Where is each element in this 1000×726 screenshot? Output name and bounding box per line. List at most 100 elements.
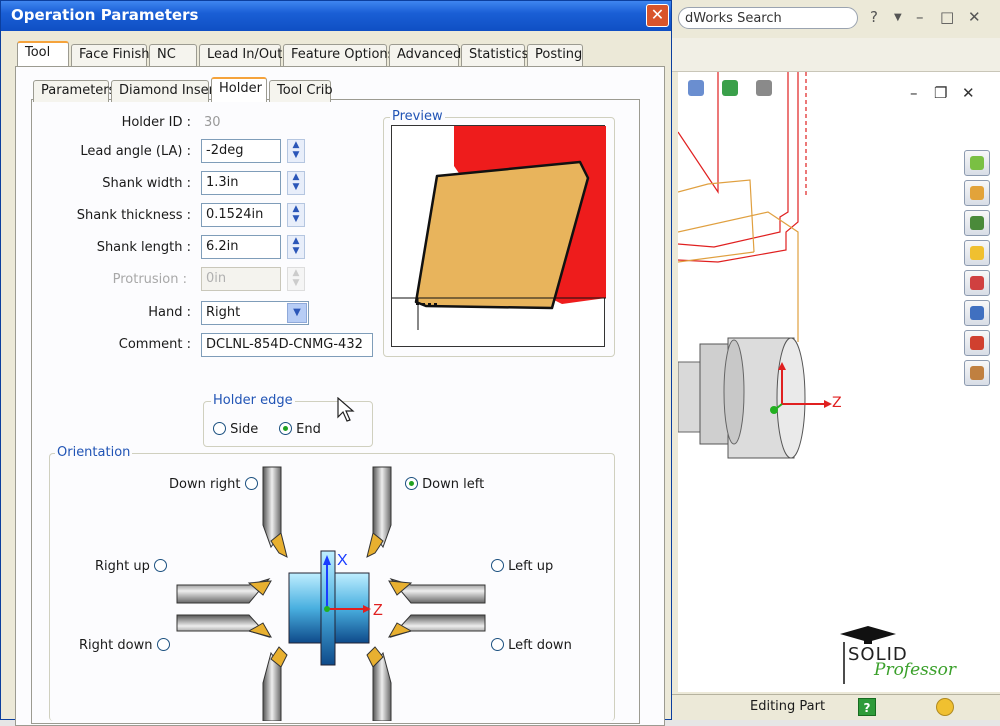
preview-canvas — [391, 125, 606, 347]
left-up-radio[interactable] — [491, 559, 504, 572]
main-tabs: Tool Face Finish NC Lead In/Out Feature … — [17, 41, 585, 66]
rebuild-icon[interactable] — [936, 698, 954, 716]
dialog-close-button[interactable]: ✕ — [646, 4, 669, 27]
shank-thickness-spinner[interactable]: ▲ ▼ — [287, 203, 305, 227]
view-settings-icon[interactable] — [755, 80, 772, 96]
model-view — [677, 72, 832, 459]
chevron-down-icon[interactable]: ▼ — [287, 303, 307, 323]
left-down-option[interactable]: Left down — [491, 638, 572, 653]
cylinder-part — [677, 337, 806, 459]
tab-advanced[interactable]: Advanced — [389, 44, 461, 66]
close-icon[interactable]: ✕ — [968, 8, 981, 26]
hand-dropdown[interactable]: Right ▼ — [201, 301, 309, 325]
graphics-viewport[interactable] — [677, 72, 1000, 692]
search-text: dWorks Search — [685, 11, 782, 26]
shank-width-label: Shank width : — [102, 176, 191, 191]
right-down-radio[interactable] — [156, 638, 170, 651]
shank-width-spinner[interactable]: ▲ ▼ — [287, 171, 305, 195]
right-up-radio[interactable] — [154, 559, 167, 572]
tab-statistics[interactable]: Statistics — [461, 44, 528, 66]
lead-angle-spinner[interactable]: ▲ ▼ — [287, 139, 305, 163]
holder-edge-side-option[interactable]: Side — [213, 422, 258, 437]
right-down-option[interactable]: Right down — [79, 638, 170, 653]
custom-properties-icon[interactable] — [964, 360, 990, 386]
tab-feature-options[interactable]: Feature Options — [283, 44, 394, 66]
help-dropdown-icon[interactable]: ▼ — [894, 12, 902, 23]
comment-label: Comment : — [118, 337, 191, 352]
shank-thickness-label: Shank thickness : — [76, 208, 191, 223]
holder-edge-title: Holder edge — [211, 393, 295, 408]
appearances-icon[interactable] — [964, 330, 990, 356]
display-style-icon[interactable] — [721, 80, 738, 96]
view-orientation-icon[interactable] — [688, 80, 704, 96]
cad-toolbar-area — [672, 38, 1000, 72]
status-help-icon[interactable]: ? — [858, 698, 876, 716]
tool-bottom-left-graphic — [262, 646, 288, 721]
tab-tool[interactable]: Tool — [17, 41, 69, 66]
tab-holder[interactable]: Holder — [211, 77, 267, 102]
holder-edge-end-option[interactable]: End — [279, 422, 321, 437]
viewport-close-icon[interactable]: ✕ — [962, 84, 975, 102]
task-pane — [964, 150, 992, 390]
orientation-diagram: X Z — [176, 466, 486, 721]
workpiece-graphic — [288, 550, 371, 666]
tab-lead-in-out[interactable]: Lead In/Out — [199, 44, 282, 66]
holder-id-label: Holder ID : — [121, 115, 191, 130]
tab-nc[interactable]: NC — [149, 44, 197, 66]
tool-bottom-right-graphic — [366, 646, 392, 721]
tab-parameters[interactable]: Parameters — [33, 80, 115, 102]
help-icon[interactable]: ? — [870, 8, 878, 26]
tab-posting[interactable]: Posting — [527, 44, 583, 66]
shank-width-field[interactable]: 1.3in — [201, 171, 281, 195]
shank-length-spinner[interactable]: ▲ ▼ — [287, 235, 305, 259]
tool-down-right-graphic — [262, 466, 288, 558]
orientation-title: Orientation — [55, 445, 133, 460]
left-down-radio[interactable] — [491, 638, 504, 651]
tool-right-up-graphic — [176, 578, 272, 604]
mouse-cursor-icon — [337, 397, 355, 422]
end-radio[interactable] — [279, 422, 292, 435]
minimize-icon[interactable]: – — [916, 8, 924, 26]
comment-field[interactable]: DCLNL-854D-CNMG-432 — [201, 333, 373, 357]
tab-diamond-insert[interactable]: Diamond Insert — [111, 80, 219, 102]
tool-down-left-graphic — [366, 466, 392, 558]
side-radio[interactable] — [213, 422, 226, 435]
viewport-minimize-icon[interactable]: – — [910, 84, 918, 102]
left-up-option[interactable]: Left up — [491, 559, 553, 574]
protrusion-spinner: ▲ ▼ — [287, 267, 305, 291]
logo-text-professor: Professor — [874, 660, 956, 680]
holder-id-value: 30 — [204, 115, 221, 130]
lead-angle-label: Lead angle (LA) : — [80, 144, 191, 159]
shank-thickness-field[interactable]: 0.1524in — [201, 203, 281, 227]
tool-left-down-graphic — [387, 614, 486, 638]
viewport-restore-icon[interactable]: ❐ — [934, 84, 947, 102]
operation-parameters-dialog: Operation Parameters ✕ Tool Face Finish … — [0, 0, 672, 726]
hand-label: Hand : — [148, 305, 191, 320]
status-bar: Editing Part ? — [672, 694, 1000, 720]
right-up-label: Right up — [95, 559, 150, 574]
resources-icon[interactable] — [964, 150, 990, 176]
home-icon[interactable] — [964, 180, 990, 206]
file-explorer-icon[interactable] — [964, 240, 990, 266]
cad-titlebar: dWorks Search ? ▼ – □ ✕ — [672, 0, 1000, 38]
tab-tool-crib[interactable]: Tool Crib — [269, 80, 333, 102]
hand-value: Right — [206, 305, 241, 320]
view-toolbar — [688, 80, 786, 100]
view-palette-icon[interactable] — [964, 300, 990, 326]
search-results-icon[interactable] — [964, 270, 990, 296]
orientation-x-axis-label: X — [337, 552, 348, 569]
tab-face-finish[interactable]: Face Finish — [71, 44, 150, 66]
lead-angle-field[interactable]: -2deg — [201, 139, 281, 163]
search-box[interactable]: dWorks Search — [678, 7, 858, 29]
tool-left-up-graphic — [388, 578, 486, 604]
right-up-option[interactable]: Right up — [95, 559, 167, 574]
tool-right-down-graphic — [176, 614, 273, 638]
tool-subtabs: Parameters Diamond Insert Holder Tool Cr… — [33, 77, 333, 102]
protrusion-label: Protrusion : — [112, 272, 187, 287]
right-down-label: Right down — [79, 638, 153, 653]
left-up-label: Left up — [508, 559, 554, 574]
design-library-icon[interactable] — [964, 210, 990, 236]
shank-length-field[interactable]: 6.2in — [201, 235, 281, 259]
restore-icon[interactable]: □ — [940, 8, 954, 26]
side-label: Side — [230, 422, 259, 437]
